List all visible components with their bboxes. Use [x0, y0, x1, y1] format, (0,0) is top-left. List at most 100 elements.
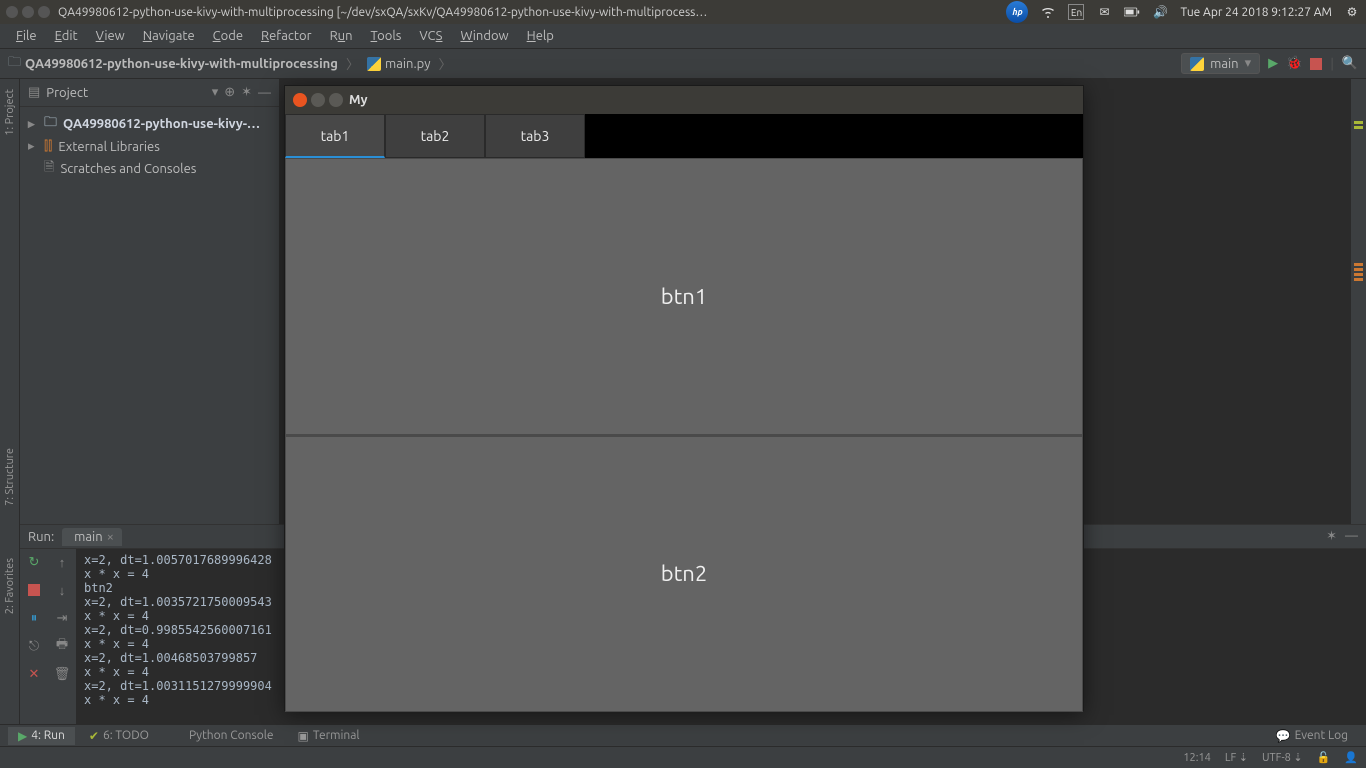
debug-button[interactable]: 🐞 [1286, 56, 1302, 71]
battery-icon[interactable] [1124, 4, 1140, 20]
event-log[interactable]: 💬 Event Log [1266, 727, 1358, 745]
menu-code[interactable]: Code [205, 26, 251, 46]
language-indicator[interactable]: En [1068, 4, 1084, 20]
menu-help[interactable]: Help [519, 26, 562, 46]
tree-ext-label: External Libraries [58, 140, 160, 154]
menu-vcs[interactable]: VCS [411, 26, 450, 46]
bottom-toolbar: ▶ 4: Run ✔ 6: TODO Python Console ▣ Term… [0, 724, 1366, 746]
line-separator[interactable]: LF ⇣ [1225, 751, 1248, 764]
menu-run[interactable]: Run [322, 26, 361, 46]
tree-external-libs[interactable]: ▸ ⫿⫿ External Libraries [20, 137, 279, 156]
bottom-tab-python-console[interactable]: Python Console [163, 727, 284, 744]
bottom-tab-run[interactable]: ▶ 4: Run [8, 727, 75, 745]
menu-file[interactable]: File [8, 26, 45, 46]
pause-icon[interactable]: ⏸ [25, 609, 43, 627]
maximize-icon[interactable] [329, 93, 343, 107]
kivy-window-title: My [349, 93, 367, 107]
ide-menubar: File Edit View Navigate Code Refactor Ru… [0, 24, 1366, 49]
run-config-selector[interactable]: main ▾ [1181, 53, 1260, 74]
hide-icon[interactable]: — [1345, 529, 1358, 544]
menu-navigate[interactable]: Navigate [135, 26, 203, 46]
collapse-icon[interactable]: ⊕ [224, 85, 235, 100]
chevron-down-icon[interactable]: ▾ [212, 85, 219, 100]
editor-error-stripe[interactable] [1350, 79, 1366, 524]
menu-edit[interactable]: Edit [47, 26, 86, 46]
kivy-tab-2[interactable]: tab2 [385, 114, 485, 158]
chevron-right-icon: 〉 [346, 54, 359, 73]
menu-window[interactable]: Window [452, 26, 516, 46]
tool-tab-structure[interactable]: 7: Structure [4, 442, 16, 512]
chevron-down-icon: ▾ [1245, 56, 1252, 71]
wrap-icon[interactable]: ⇥ [53, 609, 71, 627]
stop-icon[interactable] [25, 581, 43, 599]
mail-icon[interactable]: ✉ [1096, 4, 1112, 20]
menu-refactor[interactable]: Refactor [253, 26, 320, 46]
bottom-tab-terminal[interactable]: ▣ Terminal [288, 727, 370, 745]
os-clock[interactable]: Tue Apr 24 2018 9:12:27 AM [1180, 6, 1332, 19]
todo-icon: ✔ [89, 729, 99, 743]
gear-icon[interactable]: ✶ [1326, 529, 1337, 544]
print-icon[interactable]: 🖶 [53, 637, 71, 655]
up-icon[interactable]: ↑ [53, 553, 71, 571]
sidebar-view-icon[interactable]: ▤ [28, 85, 40, 100]
exit-icon[interactable]: ⎋ [25, 637, 43, 655]
settings-gear-icon[interactable]: ⚙ [1344, 4, 1360, 20]
tree-root-label: QA49980612-python-use-kivy-… [63, 117, 260, 131]
inspector-icon[interactable]: 👤 [1344, 751, 1358, 764]
hide-icon[interactable]: — [258, 86, 271, 100]
kivy-btn1[interactable]: btn1 [285, 158, 1083, 435]
play-icon: ▶ [18, 729, 27, 743]
kivy-btn2[interactable]: btn2 [285, 435, 1083, 713]
breadcrumb-project[interactable]: QA49980612-python-use-kivy-with-multipro… [25, 57, 338, 71]
run-tab[interactable]: main × [62, 528, 122, 546]
python-file-icon [367, 57, 381, 71]
os-titlebar: QA49980612-python-use-kivy-with-multipro… [0, 0, 1366, 24]
os-window-controls[interactable] [6, 6, 50, 18]
stop-button[interactable] [1310, 58, 1322, 70]
project-tree: ▸ 🗀 QA49980612-python-use-kivy-… ▸ ⫿⫿ Ex… [20, 107, 279, 186]
tool-tab-project[interactable]: 1: Project [4, 83, 16, 142]
clear-icon[interactable]: 🗑 [53, 665, 71, 683]
run-button[interactable]: ▶ [1268, 56, 1278, 71]
os-window-title: QA49980612-python-use-kivy-with-multipro… [58, 6, 707, 19]
kivy-tab-3[interactable]: tab3 [485, 114, 585, 158]
menu-view[interactable]: View [88, 26, 133, 46]
wifi-icon[interactable] [1040, 4, 1056, 20]
caret-position[interactable]: 12:14 [1183, 752, 1211, 764]
rerun-icon[interactable]: ↻ [25, 553, 43, 571]
down-icon[interactable]: ↓ [53, 581, 71, 599]
chevron-right-icon: 〉 [439, 54, 452, 73]
minimize-icon[interactable] [311, 93, 325, 107]
bottom-tab-todo[interactable]: ✔ 6: TODO [79, 727, 159, 745]
tree-root[interactable]: ▸ 🗀 QA49980612-python-use-kivy-… [20, 111, 279, 137]
expand-arrow-icon[interactable]: ▸ [28, 117, 38, 132]
close-tab-icon[interactable]: × [107, 530, 114, 544]
close-icon[interactable] [6, 6, 18, 18]
python-file-icon [1190, 57, 1204, 71]
breadcrumb-file[interactable]: main.py [385, 57, 431, 71]
kivy-titlebar[interactable]: My [285, 86, 1083, 114]
run-tool-label: Run: [28, 530, 54, 544]
lock-icon[interactable]: 🔓 [1317, 751, 1331, 764]
search-icon[interactable]: 🔍 [1342, 56, 1358, 71]
kivy-tab-1[interactable]: tab1 [285, 114, 385, 158]
sidebar-title: Project [46, 86, 205, 100]
kivy-window-controls[interactable] [293, 93, 343, 107]
close-icon[interactable] [293, 93, 307, 107]
library-icon: ⫿⫿ [44, 139, 52, 154]
minimize-icon[interactable] [22, 6, 34, 18]
run-config-name: main [1210, 57, 1238, 71]
bottom-tab-todo-label: 6: TODO [103, 729, 149, 742]
close-icon[interactable]: ✕ [25, 665, 43, 683]
menu-tools[interactable]: Tools [363, 26, 410, 46]
maximize-icon[interactable] [38, 6, 50, 18]
tool-tab-favorites[interactable]: 2: Favorites [4, 552, 16, 620]
file-encoding[interactable]: UTF-8 ⇣ [1262, 751, 1303, 764]
tree-scratch-label: Scratches and Consoles [60, 162, 196, 176]
tree-scratches[interactable]: 🗎 Scratches and Consoles [20, 156, 279, 182]
kivy-app-window[interactable]: My tab1 tab2 tab3 btn1 btn2 [284, 85, 1084, 711]
volume-icon[interactable]: 🔊 [1152, 4, 1168, 20]
gear-icon[interactable]: ✶ [241, 85, 252, 100]
folder-icon: 🗀 [44, 113, 57, 135]
expand-arrow-icon[interactable]: ▸ [28, 139, 38, 154]
